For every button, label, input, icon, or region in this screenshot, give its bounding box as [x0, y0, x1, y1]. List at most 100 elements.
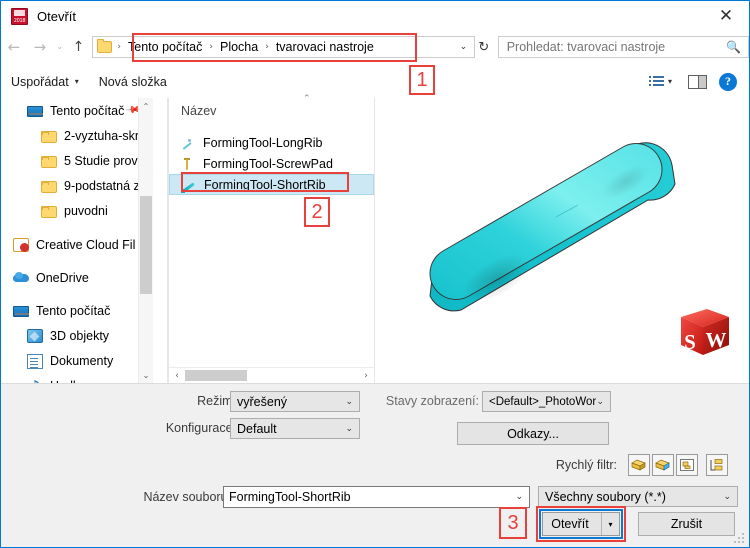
onedrive-icon — [13, 270, 29, 286]
filetype-value: Všechny soubory (*.*) — [545, 489, 666, 504]
folder-icon — [97, 39, 113, 53]
breadcrumb-separator: › — [117, 42, 122, 52]
up-icon[interactable]: ↑ — [67, 39, 91, 55]
display-states-select[interactable]: <Default>_PhotoWor ⌄ — [482, 391, 611, 412]
references-label: Odkazy... — [507, 426, 559, 441]
recent-locations-icon[interactable]: ⌄ — [53, 42, 67, 52]
breadcrumb-item-1[interactable]: Plocha — [218, 40, 260, 54]
chevron-down-icon: ⌄ — [723, 491, 731, 502]
search-input[interactable]: Prohledat: tvarovaci nastroje 🔍 — [497, 36, 749, 58]
filter-topdown-assembly-icon[interactable] — [706, 454, 728, 476]
configuration-select[interactable]: Default ⌄ — [230, 418, 360, 439]
sldprt-short-icon — [180, 177, 196, 193]
filter-assembly-icon[interactable] — [652, 454, 674, 476]
sidebar-item-3d-objekty[interactable]: 3D objekty — [1, 323, 153, 348]
sw-cube-logo: S W — [681, 309, 729, 355]
new-folder-label: Nová složka — [98, 74, 167, 89]
file-list-horizontal-scrollbar[interactable]: ‹ › — [169, 367, 374, 383]
scroll-down-icon[interactable]: ⌄ — [139, 367, 153, 383]
annotation-number-2: 2 — [304, 197, 330, 227]
organize-button[interactable]: Uspořádat ▾ — [1, 70, 89, 94]
breadcrumb-separator: › — [209, 42, 213, 52]
topdown-assembly-glyph — [710, 459, 723, 471]
navigation-tree: Tento počítač 📌 2-vyztuha-skrine 5 Studi… — [1, 98, 153, 383]
back-icon[interactable]: ← — [1, 38, 27, 56]
command-bar: Uspořádat ▾ Nová složka ▾ ? — [1, 65, 749, 99]
mode-label: Režim: — [197, 394, 236, 408]
sidebar-item-onedrive[interactable]: OneDrive — [1, 265, 153, 290]
new-folder-button[interactable]: Nová složka — [89, 70, 177, 94]
title-bar: Otevřít ✕ — [1, 1, 749, 31]
filter-drawing-icon[interactable] — [676, 454, 698, 476]
filetype-select[interactable]: Všechny soubory (*.*) ⌄ — [538, 486, 738, 507]
solidworks-2018-icon — [11, 7, 28, 25]
sidebar-item-tento-pocitac[interactable]: Tento počítač — [1, 298, 153, 323]
pane-splitter[interactable] — [153, 98, 168, 383]
annotation-number-1: 1 — [409, 65, 435, 95]
sidebar-item-5-studie-provedit[interactable]: 5 Studie provedit — [1, 148, 153, 173]
scroll-up-icon[interactable]: ⌃ — [139, 98, 153, 114]
file-row-shortrib[interactable]: FormingTool-ShortRib — [169, 174, 374, 195]
organize-label: Uspořádat — [11, 74, 69, 89]
filter-part-icon[interactable] — [628, 454, 650, 476]
tree-vertical-scrollbar[interactable]: ⌃ ⌄ — [138, 98, 153, 383]
column-header-name[interactable]: Název — [169, 104, 216, 118]
scrollbar-thumb[interactable] — [185, 370, 247, 381]
close-icon[interactable]: ✕ — [703, 1, 749, 31]
sidebar-item-label: Tento počítač — [36, 303, 111, 318]
creative-cloud-icon — [13, 238, 29, 252]
computer-icon — [13, 306, 29, 317]
window-title: Otevřít — [37, 8, 77, 24]
view-list-icon — [648, 75, 664, 88]
documents-icon — [27, 353, 43, 369]
list-item[interactable]: FormingTool-ScrewPad — [169, 153, 374, 174]
quick-filter-label: Rychlý filtr: — [555, 458, 617, 472]
sidebar-item-creative-cloud-files[interactable]: Creative Cloud Fil — [1, 232, 153, 257]
resize-grip[interactable] — [734, 533, 744, 543]
chevron-down-icon: ⌄ — [345, 396, 353, 407]
mode-select[interactable]: vyřešený ⌄ — [230, 391, 360, 412]
sidebar-item-dokumenty[interactable]: Dokumenty — [1, 348, 153, 373]
list-item[interactable]: FormingTool-LongRib — [169, 132, 374, 153]
configuration-label: Konfigurace: — [165, 421, 236, 435]
display-states-value: <Default>_PhotoWor — [489, 395, 597, 408]
folder-icon — [41, 181, 57, 193]
refresh-icon[interactable]: ↻ — [473, 40, 495, 55]
scroll-right-icon[interactable]: › — [358, 368, 374, 383]
footer-area: Název souboru: FormingTool-ShortRib ⌄ Vš… — [1, 478, 749, 547]
forward-icon[interactable]: → — [27, 38, 53, 56]
help-icon[interactable]: ? — [719, 72, 737, 91]
breadcrumb-item-2[interactable]: tvarovaci nastroje — [274, 40, 376, 54]
3d-objects-icon — [27, 329, 43, 343]
filename-input[interactable]: FormingTool-ShortRib ⌄ — [223, 486, 530, 508]
breadcrumb-item-0[interactable]: Tento počítač — [126, 40, 204, 54]
mode-value: vyřešený — [237, 394, 288, 409]
sldprt-screw-icon — [179, 156, 195, 172]
column-header-row: Název ⌃ — [169, 94, 374, 124]
sidebar-item-9-podstatna-zmena[interactable]: 9-podstatná změ — [1, 173, 153, 198]
scrollbar-thumb[interactable] — [140, 196, 152, 294]
sidebar-item-2-vyztuha-skrine[interactable]: 2-vyztuha-skrine — [1, 123, 153, 148]
sidebar-item-tento-pocitac-quick[interactable]: Tento počítač 📌 — [1, 98, 153, 123]
preview-pane-icon[interactable] — [688, 74, 707, 89]
annotation-number-3: 3 — [507, 511, 519, 534]
search-icon: 🔍 — [726, 40, 742, 54]
scroll-left-icon[interactable]: ‹ — [169, 368, 185, 383]
chevron-down-icon: ▾ — [667, 77, 672, 86]
sidebar-item-label: 3D objekty — [50, 328, 110, 343]
command-bar-right-group: ▾ ? — [648, 72, 743, 91]
references-button[interactable]: Odkazy... — [457, 422, 609, 445]
svg-text:S: S — [684, 330, 696, 354]
chevron-down-icon: ⌄ — [596, 396, 604, 407]
address-bar[interactable]: › Tento počítač › Plocha › tvarovaci nas… — [92, 36, 476, 58]
configuration-value: Default — [237, 421, 277, 436]
assembly-glyph — [655, 459, 670, 471]
sldprt-long-icon — [179, 135, 195, 151]
chevron-down-icon[interactable]: ⌄ — [454, 37, 472, 57]
cancel-button[interactable]: Zrušit — [638, 512, 735, 536]
view-list-button[interactable]: ▾ — [648, 74, 676, 90]
sidebar-item-label: OneDrive — [36, 270, 89, 285]
sidebar-item-puvodni[interactable]: puvodni — [1, 198, 153, 223]
breadcrumb-separator: › — [265, 42, 269, 52]
sidebar-item-hudba[interactable]: ♪ Hudba — [1, 373, 153, 384]
